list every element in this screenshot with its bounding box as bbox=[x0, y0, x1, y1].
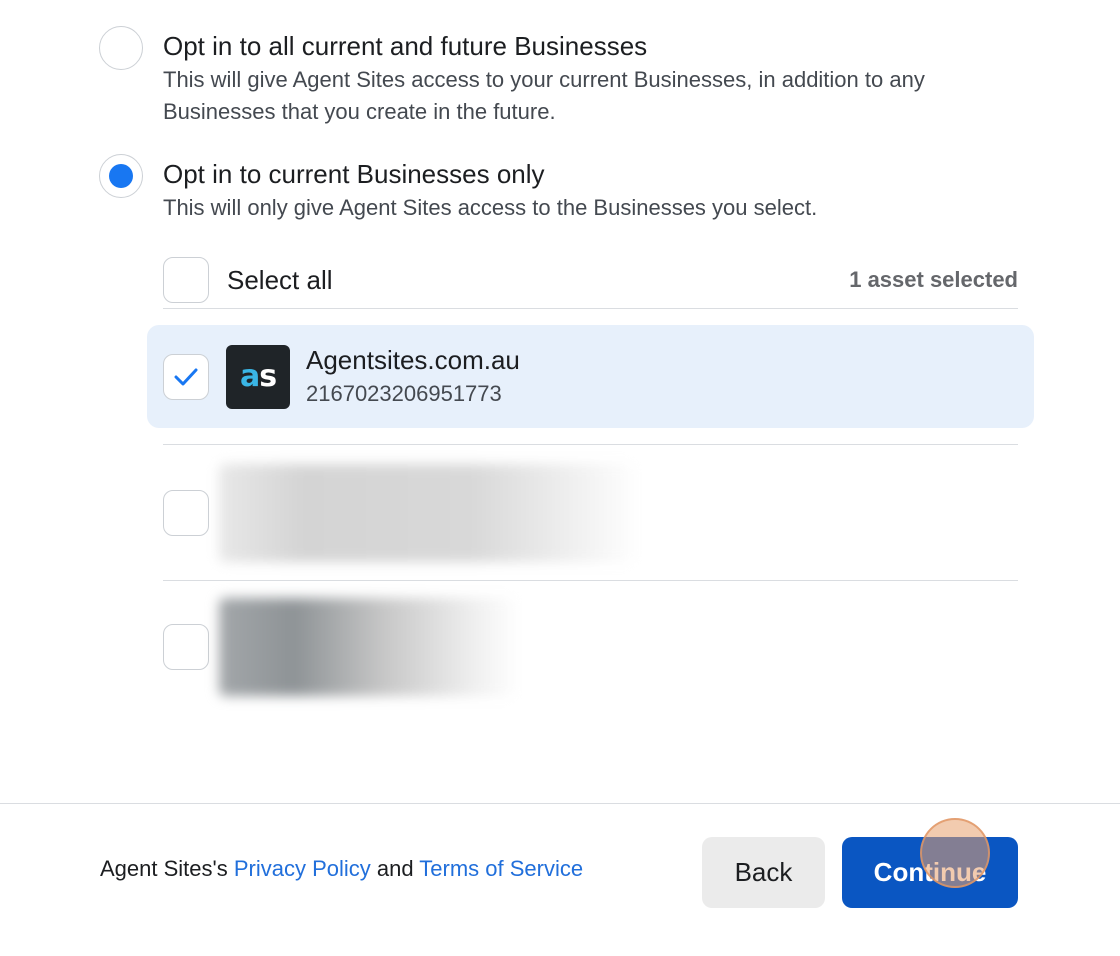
redacted-content bbox=[219, 598, 519, 696]
footer-legal-text: Agent Sites's Privacy Policy and Terms o… bbox=[100, 856, 584, 881]
divider bbox=[163, 308, 1018, 309]
asset-row[interactable]: as Agentsites.com.au 2167023206951773 bbox=[147, 325, 1034, 428]
select-all-checkbox[interactable] bbox=[163, 257, 209, 303]
select-all-row: Select all 1 asset selected bbox=[163, 252, 1018, 308]
option-current-businesses[interactable]: Opt in to current Businesses only This w… bbox=[99, 154, 817, 224]
checkmark-icon bbox=[174, 368, 198, 385]
asset-count: 1 asset selected bbox=[849, 267, 1018, 292]
option-current-description: This will only give Agent Sites access t… bbox=[163, 195, 818, 220]
option-current-title: Opt in to current Businesses only bbox=[163, 159, 545, 189]
back-button[interactable]: Back bbox=[702, 837, 825, 908]
asset-logo: as bbox=[226, 344, 290, 409]
terms-of-service-link[interactable]: Terms of Service bbox=[419, 856, 583, 881]
asset-id: 2167023206951773 bbox=[306, 380, 502, 406]
divider bbox=[163, 580, 1018, 581]
radio-all-businesses[interactable] bbox=[99, 26, 143, 70]
radio-current-businesses[interactable] bbox=[99, 154, 143, 198]
asset-checkbox[interactable] bbox=[163, 353, 209, 400]
asset-row-redacted[interactable] bbox=[163, 598, 519, 696]
asset-row-redacted[interactable] bbox=[163, 464, 639, 562]
asset-checkbox[interactable] bbox=[163, 490, 209, 536]
option-all-businesses[interactable]: Opt in to all current and future Busines… bbox=[99, 26, 925, 128]
option-all-description: This will give Agent Sites access to you… bbox=[163, 67, 925, 124]
redacted-content bbox=[219, 464, 639, 562]
continue-button[interactable]: Continue bbox=[842, 837, 1018, 908]
option-all-title: Opt in to all current and future Busines… bbox=[163, 31, 648, 61]
divider bbox=[163, 444, 1018, 445]
business-access-dialog: Opt in to all current and future Busines… bbox=[0, 0, 1120, 956]
asset-name: Agentsites.com.au bbox=[306, 344, 520, 375]
radio-selected-dot bbox=[109, 164, 133, 188]
asset-checkbox[interactable] bbox=[163, 624, 209, 670]
privacy-policy-link[interactable]: Privacy Policy bbox=[234, 856, 371, 881]
select-all-label: Select all bbox=[227, 264, 333, 295]
footer-divider bbox=[0, 803, 1120, 804]
